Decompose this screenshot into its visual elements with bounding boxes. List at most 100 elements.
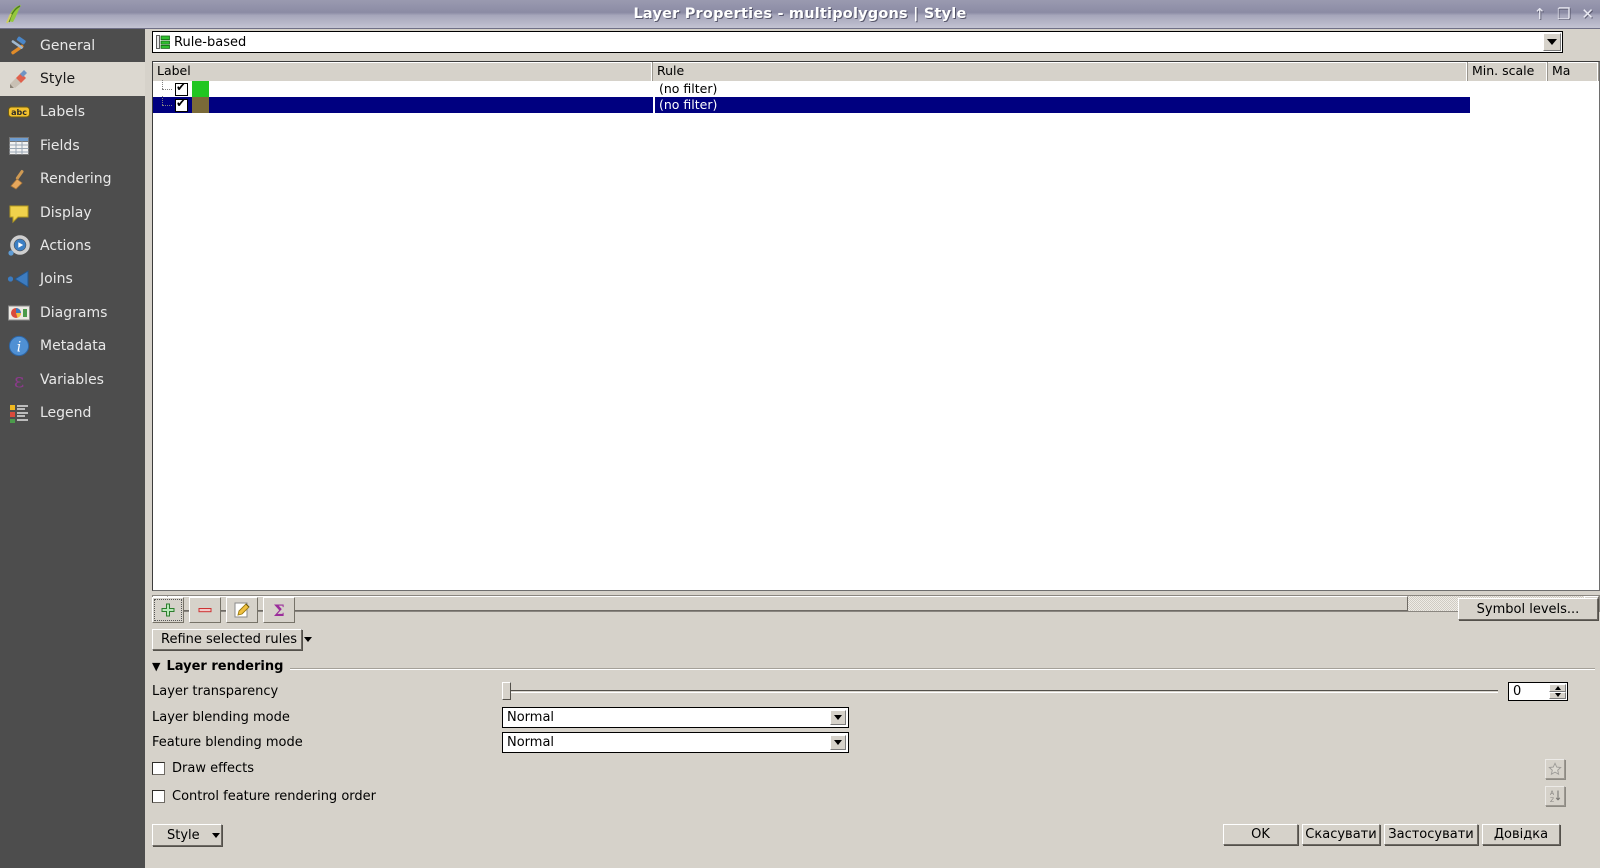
- chevron-down-icon: [211, 832, 220, 838]
- control-feature-order-row[interactable]: Control feature rendering order: [152, 789, 376, 804]
- draw-effects-settings-button[interactable]: [1545, 759, 1565, 779]
- style-menu-button[interactable]: Style: [152, 824, 222, 846]
- symbol-levels-button[interactable]: Symbol levels...: [1458, 598, 1598, 620]
- sidebar-item-display[interactable]: Display: [0, 196, 145, 229]
- column-header-label[interactable]: Label: [153, 62, 653, 81]
- sidebar-item-label: Diagrams: [40, 304, 108, 321]
- renderer-type-value: Rule-based: [174, 34, 247, 50]
- sidebar-item-fields[interactable]: Fields: [0, 129, 145, 162]
- column-header-min-scale[interactable]: Min. scale: [1468, 62, 1548, 81]
- ok-button[interactable]: OK: [1223, 824, 1298, 845]
- transparency-slider-handle[interactable]: [502, 682, 511, 700]
- sidebar-item-label: Style: [40, 71, 76, 88]
- sidebar-item-label: Actions: [40, 238, 92, 255]
- rule-checkbox[interactable]: [175, 81, 188, 96]
- refine-selected-rules-button[interactable]: Refine selected rules: [152, 629, 312, 650]
- column-header-max-scale[interactable]: Ma: [1548, 62, 1599, 81]
- add-rule-button[interactable]: [152, 597, 184, 623]
- sidebar-item-legend[interactable]: Legend: [0, 396, 145, 429]
- sidebar-item-style[interactable]: Style: [0, 62, 145, 96]
- feature-blending-mode-combo[interactable]: Normal: [502, 732, 849, 753]
- layer-rendering-group-header[interactable]: ▼ Layer rendering: [152, 659, 283, 674]
- svg-text:A: A: [1550, 790, 1555, 797]
- sidebar-item-joins[interactable]: Joins: [0, 263, 145, 296]
- rule-label-cell[interactable]: [153, 96, 653, 113]
- sidebar-item-label: Fields: [40, 137, 80, 154]
- close-button[interactable]: ✕: [1581, 7, 1594, 22]
- restore-button[interactable]: ❐: [1557, 7, 1570, 22]
- star-effects-icon: [1548, 762, 1562, 776]
- sidebar-item-metadata[interactable]: i Metadata: [0, 330, 145, 363]
- sidebar: General Style abc Labels Fields Renderin…: [0, 29, 145, 868]
- svg-text:ε: ε: [14, 368, 24, 392]
- layer-blending-mode-label: Layer blending mode: [152, 710, 290, 725]
- scroll-thumb[interactable]: [168, 596, 1408, 611]
- transparency-spinbox[interactable]: 0: [1508, 682, 1568, 701]
- table-row[interactable]: (no filter): [153, 80, 1599, 97]
- speech-bubble-icon: [6, 200, 32, 226]
- gear-play-icon: [6, 233, 32, 259]
- feature-order-settings-button[interactable]: A Z: [1545, 786, 1565, 806]
- sidebar-item-general[interactable]: General: [0, 29, 145, 62]
- collapse-arrow-icon[interactable]: ▼: [152, 660, 160, 673]
- transparency-value: 0: [1513, 684, 1522, 699]
- edit-rule-button[interactable]: [226, 597, 258, 623]
- chevron-down-icon[interactable]: [830, 710, 846, 725]
- renderer-type-combo[interactable]: Rule-based: [152, 31, 1563, 53]
- layer-blending-mode-value: Normal: [507, 710, 555, 725]
- window-title: Layer Properties - multipolygons | Style: [633, 6, 967, 22]
- sidebar-item-label: Display: [40, 204, 92, 221]
- tree-branch-icon: [153, 80, 175, 97]
- column-header-rule[interactable]: Rule: [653, 62, 1468, 81]
- rules-tree[interactable]: Label Rule Min. scale Ma (no filter): [152, 61, 1600, 591]
- shade-button[interactable]: ↑: [1533, 7, 1546, 22]
- apply-button[interactable]: Застосувати: [1384, 824, 1478, 845]
- cancel-button[interactable]: Скасувати: [1302, 824, 1380, 845]
- sidebar-item-rendering[interactable]: Rendering: [0, 163, 145, 196]
- svg-text:Z: Z: [1550, 797, 1554, 803]
- legend-icon: [6, 400, 32, 426]
- remove-rule-button[interactable]: [189, 597, 221, 623]
- spinbox-arrows[interactable]: [1549, 684, 1566, 699]
- count-features-button[interactable]: Σ: [263, 597, 295, 623]
- rule-checkbox[interactable]: [175, 97, 188, 112]
- rules-tree-body[interactable]: (no filter) (no filter): [153, 80, 1599, 590]
- rule-filter-text: (no filter): [659, 81, 718, 96]
- spin-down-button[interactable]: [1549, 691, 1566, 699]
- draw-effects-checkbox[interactable]: [152, 762, 165, 775]
- sidebar-item-actions[interactable]: Actions: [0, 229, 145, 262]
- sidebar-item-label: General: [40, 37, 96, 54]
- broom-icon: [6, 166, 32, 192]
- rule-symbol-swatch[interactable]: [192, 97, 209, 113]
- abc-label-icon: abc: [6, 99, 32, 125]
- help-button[interactable]: Довідка: [1482, 824, 1560, 845]
- transparency-slider-track[interactable]: [505, 690, 1498, 693]
- control-feature-order-label: Control feature rendering order: [172, 789, 376, 804]
- layer-rendering-title: Layer rendering: [166, 659, 284, 674]
- feature-blending-mode-value: Normal: [507, 735, 555, 750]
- layer-blending-mode-combo[interactable]: Normal: [502, 707, 849, 728]
- help-label: Довідка: [1493, 827, 1549, 842]
- table-row[interactable]: (no filter): [153, 96, 1599, 113]
- sidebar-item-labels[interactable]: abc Labels: [0, 96, 145, 129]
- svg-text:i: i: [17, 340, 21, 356]
- draw-effects-row[interactable]: Draw effects: [152, 761, 254, 776]
- chevron-down-icon[interactable]: [830, 735, 846, 750]
- plus-icon: [160, 602, 176, 618]
- control-feature-order-checkbox[interactable]: [152, 790, 165, 803]
- group-divider: [290, 668, 1595, 670]
- sidebar-item-diagrams[interactable]: Diagrams: [0, 296, 145, 329]
- sidebar-item-variables[interactable]: ε Variables: [0, 363, 145, 396]
- feature-blending-mode-label: Feature blending mode: [152, 735, 303, 750]
- chevron-down-icon: [303, 637, 312, 642]
- rules-tree-header: Label Rule Min. scale Ma: [153, 62, 1599, 81]
- chevron-down-icon[interactable]: [1543, 33, 1561, 51]
- rule-symbol-swatch[interactable]: [192, 81, 209, 97]
- sidebar-item-label: Metadata: [40, 338, 107, 355]
- tree-branch-icon: [153, 96, 175, 113]
- spin-up-button[interactable]: [1549, 684, 1566, 692]
- sigma-icon: Σ: [270, 601, 288, 619]
- rules-tree-hscrollbar[interactable]: [152, 595, 1600, 612]
- symbol-levels-label: Symbol levels...: [1476, 601, 1580, 617]
- rule-label-cell[interactable]: [153, 80, 653, 97]
